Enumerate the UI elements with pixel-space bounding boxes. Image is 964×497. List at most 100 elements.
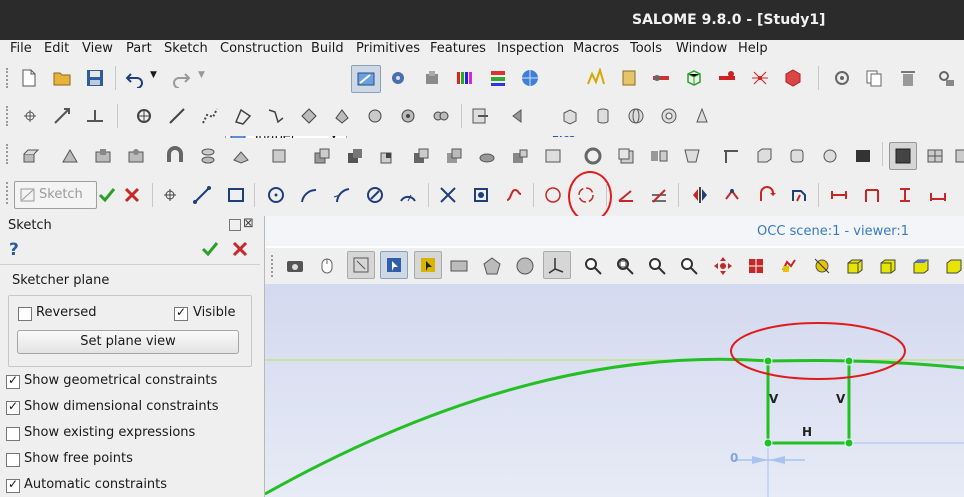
cylinder-primitive-icon[interactable] [787,146,807,166]
sketch-spline-icon[interactable] [438,185,458,205]
measurement-icon[interactable] [721,146,741,166]
remove-sub-shapes-icon[interactable] [510,146,530,166]
horizontal-distance-icon[interactable] [862,185,882,205]
network-icon[interactable] [750,68,770,88]
sketch-bspline-icon[interactable] [471,185,491,205]
sketch-vertex[interactable] [844,438,854,448]
box-icon[interactable] [560,106,580,126]
polygon-select-icon[interactable] [482,256,502,276]
rotation-point-icon[interactable] [812,256,832,276]
sketch-line-icon[interactable] [192,185,212,205]
export-icon[interactable] [510,106,530,126]
sketch-ellipse-icon[interactable] [365,185,385,205]
fit-all-icon[interactable] [583,256,603,276]
trihedron-button[interactable] [543,251,571,279]
revolution-icon[interactable] [60,146,80,166]
placement-icon[interactable] [269,146,289,166]
menu-edit[interactable]: Edit [44,40,69,58]
homard-icon[interactable] [717,68,737,88]
edge-selection-button[interactable] [414,251,442,279]
circle-select-icon[interactable] [515,256,535,276]
plane-icon[interactable] [85,106,105,126]
sketch-arc-icon[interactable] [299,185,319,205]
sketch-vertex[interactable] [763,438,773,448]
back-view-icon[interactable] [878,256,898,276]
scroll-icon[interactable] [619,68,639,88]
menu-view[interactable]: View [82,40,113,58]
polyline-nodes-icon[interactable] [266,106,286,126]
geometry-module-icon[interactable] [422,68,442,88]
polyline-icon[interactable] [200,106,220,126]
sphere-icon[interactable] [626,106,646,126]
show-dimensional-constraints-checkbox[interactable] [6,399,20,415]
menu-features[interactable]: Features [430,40,486,58]
vertex-icon[interactable] [134,106,154,126]
panel-ok-icon[interactable] [201,240,219,258]
chamfer-icon[interactable] [616,146,636,166]
cylinder-icon[interactable] [593,106,613,126]
sketch-vertex[interactable] [763,356,773,366]
float-panel-icon[interactable] [229,219,241,231]
vertical-distance-icon[interactable] [895,185,915,205]
angle-constraint-icon[interactable] [616,185,636,205]
menu-inspection[interactable]: Inspection [497,40,564,58]
draft-icon[interactable] [682,146,702,166]
sketch-point-icon[interactable] [160,185,180,205]
automatic-constraints-checkbox[interactable] [6,477,20,493]
open-folder-icon[interactable] [52,68,72,88]
import-icon[interactable] [470,106,490,126]
common-icon[interactable] [378,146,398,166]
show-geometrical-constraints-checkbox[interactable] [6,373,20,389]
undo-dropdown-icon[interactable]: ▼ [150,70,157,80]
menu-sketch[interactable]: Sketch [164,40,208,58]
front-view-icon[interactable] [845,256,865,276]
fit-selection-icon[interactable] [647,256,667,276]
shaper-view-button[interactable] [351,65,381,93]
bottom-view-icon[interactable] [944,256,964,276]
menu-macros[interactable]: Macros [573,40,619,58]
smesh-module-icon[interactable] [455,68,475,88]
help-icon[interactable]: ? [9,240,19,260]
cut-icon[interactable] [312,146,332,166]
wire-icon[interactable] [233,106,253,126]
gear-molecule-icon[interactable] [388,68,408,88]
show-free-points-checkbox[interactable] [6,453,20,467]
sketch-vertex[interactable] [844,356,854,366]
sketch-rectangle-icon[interactable] [226,185,246,205]
compound-icon[interactable] [431,106,451,126]
revolution-cut-icon[interactable] [126,146,146,166]
menu-help[interactable]: Help [738,40,768,58]
split-icon[interactable] [411,146,431,166]
rectangle-select-icon[interactable] [449,256,469,276]
fillet-icon[interactable] [583,146,603,166]
set-plane-view-button[interactable]: Set plane view [17,330,239,354]
close-panel-icon[interactable]: ⊠ [243,216,254,231]
menu-primitives[interactable]: Primitives [356,40,420,58]
rotate-icon[interactable] [779,256,799,276]
solid-icon[interactable] [365,106,385,126]
translation-icon[interactable] [723,185,743,205]
sketch-cancel-icon[interactable] [122,185,142,205]
sketch-arc[interactable] [265,357,964,496]
sketch-circle-icon[interactable] [266,185,286,205]
partition-icon[interactable] [444,146,464,166]
save-icon[interactable] [85,68,105,88]
menu-window[interactable]: Window [676,40,727,58]
face-icon[interactable] [299,106,319,126]
compsolid-icon[interactable] [398,106,418,126]
hexablock-icon[interactable] [651,68,671,88]
menu-construction[interactable]: Construction [220,40,303,58]
parallel-constraint-icon[interactable] [649,185,669,205]
field-icon[interactable] [953,146,964,166]
sketch-button[interactable]: Sketch [14,181,97,209]
union-icon[interactable] [477,146,497,166]
zoom-icon[interactable] [679,256,699,276]
loft-icon[interactable] [198,146,218,166]
redo-icon[interactable] [171,68,191,88]
sphere-primitive-icon[interactable] [820,146,840,166]
viewer-scene[interactable]: V V H 0 [265,284,964,497]
trash-icon[interactable] [898,68,918,88]
multi-rotation-icon[interactable] [789,185,809,205]
preferences-icon[interactable] [936,68,956,88]
global-pan-icon[interactable] [746,256,766,276]
